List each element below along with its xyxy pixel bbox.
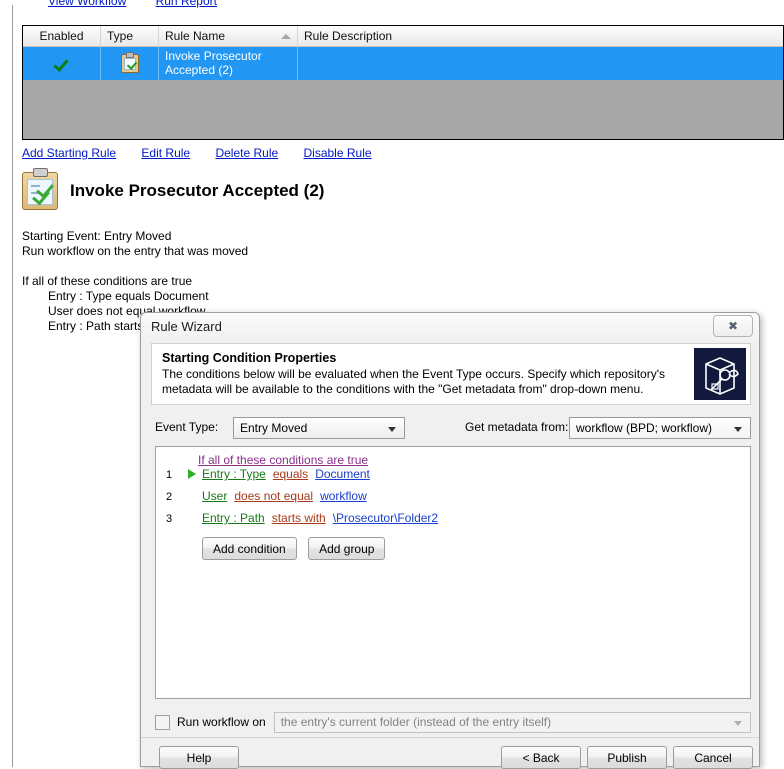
column-header-rule-description[interactable]: Rule Description [298,26,783,46]
column-header-rule-name-label: Rule Name [165,29,226,43]
run-workflow-on-value: the entry's current folder (instead of t… [280,715,552,729]
chevron-down-icon [734,427,742,432]
run-target-text: Run workflow on the entry that was moved [22,244,249,258]
condition-value-link[interactable]: Document [315,467,370,481]
rule-wizard-dialog: Rule Wizard ✖ Starting Condition Propert… [140,312,760,769]
rule-detail-header: Invoke Prosecutor Accepted (2) [22,168,325,210]
starting-event-text: Starting Event: Entry Moved [22,229,172,243]
run-workflow-on-row: Run workflow on the entry's current fold… [155,710,751,734]
column-header-type[interactable]: Type [101,26,159,46]
condition-index: 3 [166,513,173,525]
event-type-row: Event Type: Entry Moved Get metadata fro… [155,416,751,442]
condition-index: 1 [166,469,173,481]
condition-buttons: Add condition Add group [156,537,750,560]
get-metadata-from-label: Get metadata from: [465,420,569,434]
table-row[interactable]: Invoke Prosecutor Accepted (2) [23,47,783,80]
condition-operator-link[interactable]: does not equal [234,489,313,503]
add-condition-button[interactable]: Add condition [202,537,297,560]
close-icon[interactable]: ✖ [713,315,753,337]
column-header-rule-name[interactable]: Rule Name [159,26,298,46]
dialog-banner: Starting Condition Properties The condit… [151,343,751,405]
condition-summary-1: Entry : Type equals Document [48,289,209,303]
clipboard-check-icon [120,52,139,73]
disable-rule-link[interactable]: Disable Rule [304,146,372,160]
column-header-enabled[interactable]: Enabled [23,26,101,46]
add-group-button[interactable]: Add group [308,537,386,560]
condition-field-link[interactable]: Entry : Type [202,467,266,481]
column-header-type-label: Type [107,29,134,43]
condition-field-link[interactable]: Entry : Path [202,511,265,525]
page-title: Invoke Prosecutor Accepted (2) [70,181,325,200]
banner-heading: Starting Condition Properties [162,351,337,365]
rule-action-links: Add Starting Rule Edit Rule Delete Rule … [22,146,394,160]
clipboard-check-icon [22,168,58,210]
rules-grid-header: Enabled Type Rule Name Rule Description [23,26,783,47]
condition-row[interactable]: 3 Entry : Path starts with \Prosecutor\F… [156,511,750,533]
check-icon [55,57,69,71]
event-type-label: Event Type: [155,420,219,434]
column-header-rule-description-label: Rule Description [304,29,393,43]
cell-type [101,47,159,80]
rules-grid: Enabled Type Rule Name Rule Description [22,25,784,140]
cell-enabled[interactable] [23,47,101,80]
run-workflow-on-select[interactable]: the entry's current folder (instead of t… [273,711,751,733]
help-button[interactable]: Help [159,746,239,769]
rule-manager-page: View Workflow Run Report Enabled Type Ru… [0,0,784,769]
cell-rule-description [298,47,783,80]
sort-ascending-icon [281,34,291,39]
condition-field-link[interactable]: User [202,489,227,503]
repository-wand-icon [694,348,746,400]
green-play-icon [188,468,202,482]
conditions-header-text: If all of these conditions are true [22,274,193,288]
condition-value-link[interactable]: \Prosecutor\Folder2 [333,511,438,525]
banner-text: The conditions below will be evaluated w… [162,367,666,396]
column-header-enabled-label: Enabled [39,29,84,43]
dialog-titlebar: Rule Wizard ✖ [141,313,759,341]
get-metadata-from-value: workflow (BPD; workflow) [576,421,713,435]
conditions-group-header-link[interactable]: If all of these conditions are true [198,453,368,467]
condition-value-link[interactable]: workflow [320,489,367,503]
condition-index: 2 [166,491,173,503]
run-workflow-on-label: Run workflow on [177,715,266,729]
event-type-value: Entry Moved [240,421,308,435]
conditions-panel: If all of these conditions are true 1 En… [155,446,751,699]
publish-button[interactable]: Publish [587,746,667,769]
event-type-select[interactable]: Entry Moved [233,417,405,439]
cancel-button[interactable]: Cancel [673,746,753,769]
dialog-title: Rule Wizard [151,319,222,334]
edit-rule-link[interactable]: Edit Rule [141,146,190,160]
add-starting-rule-link[interactable]: Add Starting Rule [22,146,116,160]
back-button[interactable]: < Back [501,746,581,769]
condition-row[interactable]: 1 Entry : Type equals Document [156,467,750,489]
cell-rule-name: Invoke Prosecutor Accepted (2) [159,47,298,80]
condition-row[interactable]: 2 User does not equal workflow [156,489,750,511]
dialog-footer: Help < Back Publish Cancel [141,738,759,769]
run-workflow-on-checkbox[interactable] [155,714,170,730]
chevron-down-icon [734,720,742,726]
chevron-down-icon [388,427,396,432]
condition-operator-link[interactable]: starts with [272,511,326,525]
delete-rule-link[interactable]: Delete Rule [215,146,278,160]
condition-operator-link[interactable]: equals [273,467,308,481]
get-metadata-from-select[interactable]: workflow (BPD; workflow) [569,417,751,439]
